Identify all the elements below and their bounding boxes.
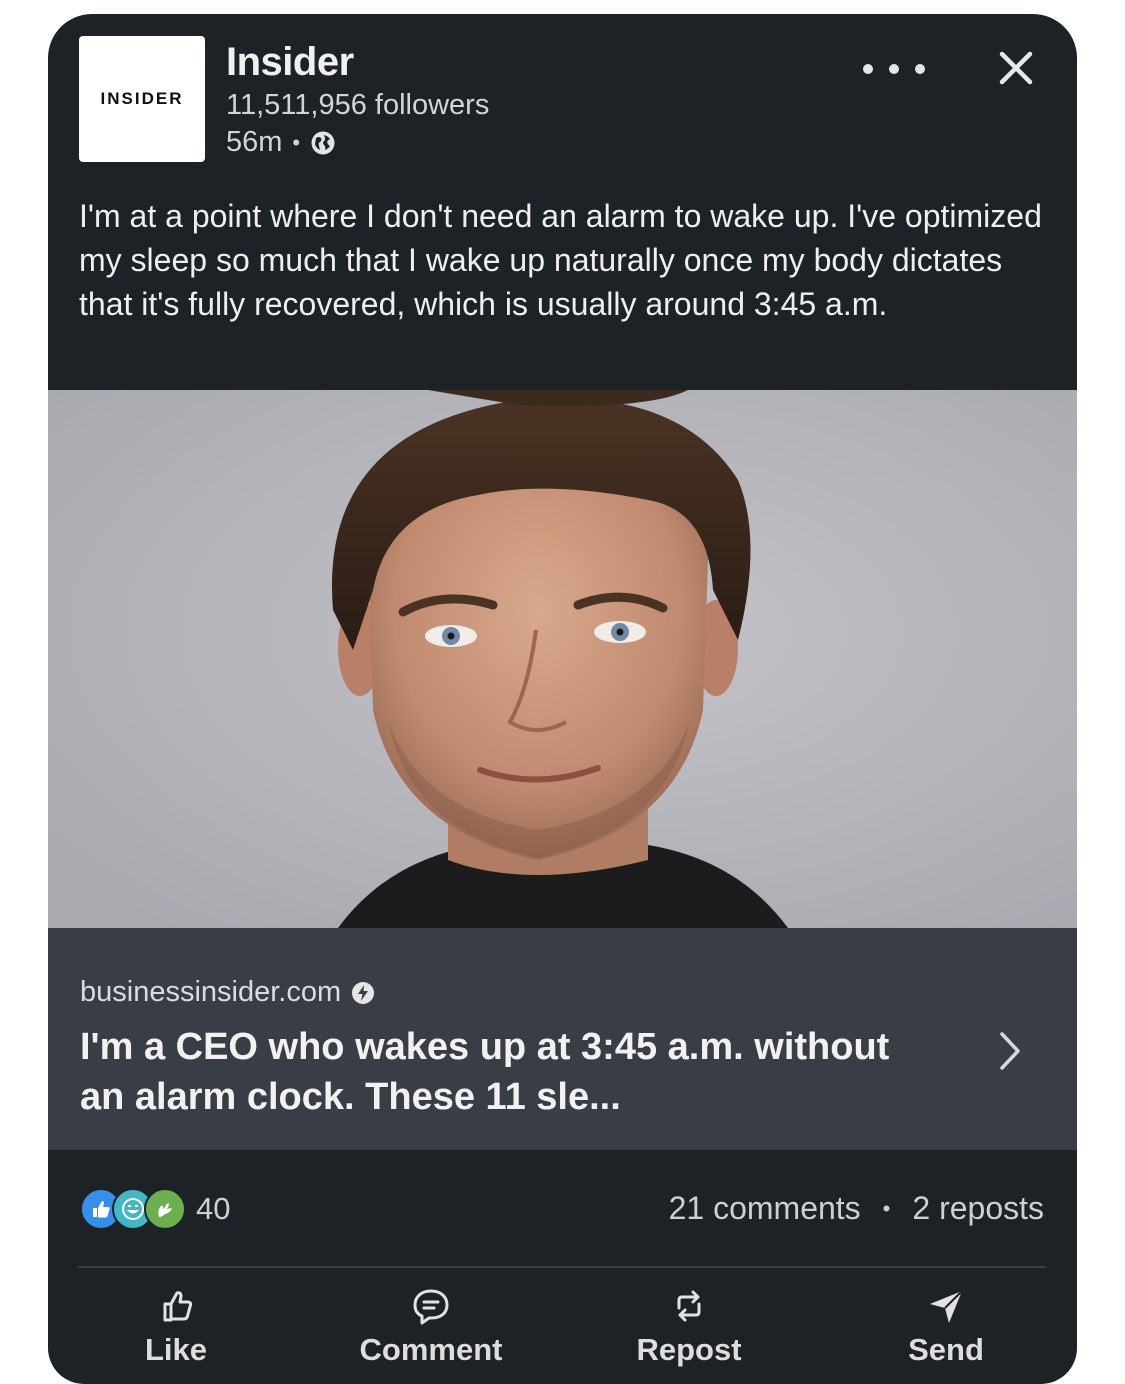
send-icon bbox=[930, 1290, 963, 1323]
dot-3 bbox=[915, 64, 925, 74]
divider bbox=[78, 1266, 1046, 1268]
counts-separator: • bbox=[882, 1195, 891, 1221]
comment-button[interactable]: Comment bbox=[331, 1286, 531, 1368]
preview-domain: businessinsider.com bbox=[80, 976, 342, 1008]
thumbs-up-icon bbox=[163, 1291, 193, 1322]
meta-separator: • bbox=[292, 129, 301, 155]
globe-icon bbox=[311, 131, 335, 154]
link-preview[interactable]: businessinsider.com I'm a CEO who wakes … bbox=[48, 928, 1077, 1150]
reposts-count[interactable]: 2 reposts bbox=[912, 1190, 1044, 1227]
more-options-button[interactable] bbox=[863, 52, 925, 86]
follower-count: 11,511,956 followers bbox=[226, 89, 490, 121]
verified-icon bbox=[352, 981, 375, 1004]
engagement-counts: 21 comments • 2 reposts bbox=[669, 1190, 1044, 1227]
repost-label: Repost bbox=[636, 1332, 742, 1367]
post-time: 56m bbox=[226, 126, 283, 158]
post-text: I'm at a point where I don't need an ala… bbox=[79, 198, 1042, 322]
comment-icon bbox=[413, 1289, 449, 1325]
send-label: Send bbox=[908, 1332, 984, 1367]
dot-1 bbox=[863, 64, 873, 74]
comments-count[interactable]: 21 comments bbox=[669, 1190, 861, 1227]
comment-label: Comment bbox=[359, 1332, 503, 1367]
author-logo[interactable]: INSIDER bbox=[79, 36, 205, 162]
preview-domain-row: businessinsider.com bbox=[80, 976, 375, 1009]
reaction-icons bbox=[80, 1188, 190, 1230]
preview-title[interactable]: I'm a CEO who wakes up at 3:45 a.m. with… bbox=[80, 1022, 940, 1122]
author-logo-text: INSIDER bbox=[100, 89, 184, 108]
celebrate-icon bbox=[144, 1188, 186, 1230]
post-meta: 56m • bbox=[226, 126, 336, 159]
close-icon[interactable] bbox=[996, 48, 1036, 88]
author-name[interactable]: Insider bbox=[226, 40, 354, 85]
send-button[interactable]: Send bbox=[846, 1286, 1046, 1368]
repost-icon bbox=[677, 1290, 701, 1322]
like-button[interactable]: Like bbox=[76, 1286, 276, 1368]
chevron-right-icon[interactable] bbox=[996, 1028, 1024, 1074]
dot-2 bbox=[889, 64, 899, 74]
like-label: Like bbox=[144, 1332, 208, 1367]
article-image[interactable] bbox=[48, 390, 1077, 928]
repost-button[interactable]: Repost bbox=[589, 1286, 789, 1368]
reaction-count: 40 bbox=[196, 1191, 231, 1226]
reactions-summary[interactable]: 40 bbox=[80, 1188, 230, 1230]
post-card: INSIDER Insider 11,511,956 followers 56m… bbox=[48, 14, 1077, 1384]
